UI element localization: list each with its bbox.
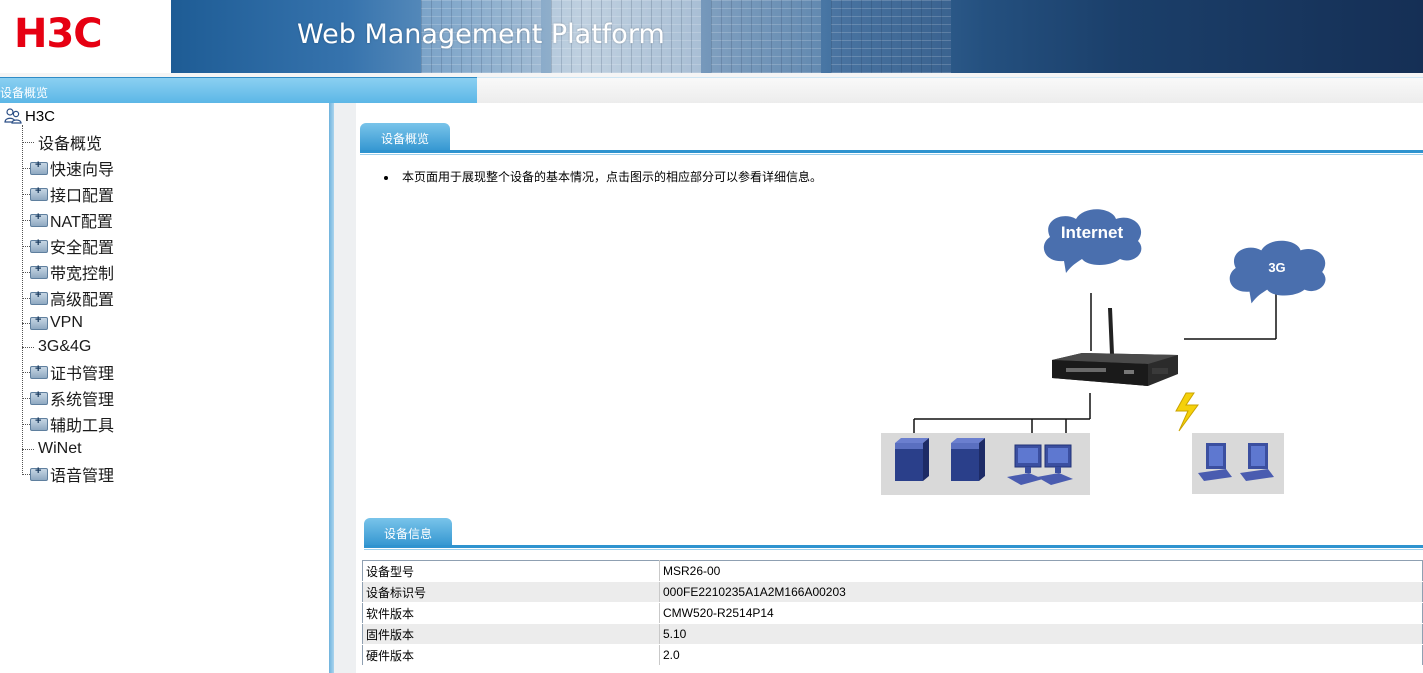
overview-section-rule-light bbox=[360, 154, 1423, 155]
sidebar-item-overview[interactable]: 设备概览 bbox=[22, 131, 102, 153]
sidebar-item-system-mgmt[interactable]: 系统管理 bbox=[22, 387, 114, 409]
bullet-icon bbox=[384, 175, 388, 180]
sidebar-item-label: 快速向导 bbox=[50, 162, 115, 179]
nav-tab-label: 设备概览 bbox=[0, 86, 49, 100]
table-row: 固件版本 5.10 bbox=[362, 623, 1423, 645]
hardware-version-key: 硬件版本 bbox=[362, 644, 660, 666]
wireless-signal-icon bbox=[1175, 392, 1199, 432]
sidebar-item-label: 系统管理 bbox=[50, 392, 115, 409]
sidebar-item-label: 辅助工具 bbox=[50, 418, 115, 435]
folder-icon bbox=[30, 211, 48, 227]
folder-icon bbox=[30, 465, 48, 481]
lan-devices-group[interactable] bbox=[881, 433, 1090, 495]
content-gutter bbox=[334, 103, 356, 673]
sidebar-item-3g4g[interactable]: 3G&4G bbox=[22, 336, 91, 358]
router-device[interactable] bbox=[1052, 308, 1182, 393]
sidebar-item-interface-config[interactable]: 接口配置 bbox=[22, 183, 114, 205]
folder-icon bbox=[30, 185, 48, 201]
folder-icon bbox=[30, 415, 48, 431]
sidebar-item-label: 带宽控制 bbox=[50, 266, 115, 283]
lan-devices-icons bbox=[895, 438, 1073, 485]
folder-icon bbox=[30, 363, 48, 379]
sidebar-item-voice-mgmt[interactable]: 语音管理 bbox=[22, 463, 114, 485]
sidebar-item-bandwidth-control[interactable]: 带宽控制 bbox=[22, 261, 114, 283]
sidebar-item-label: NAT配置 bbox=[50, 214, 113, 231]
device-info-section-rule-light bbox=[364, 549, 1423, 550]
nav-bar-fill bbox=[477, 77, 1423, 104]
device-id-value: 000FE2210235A1A2M166A00203 bbox=[659, 581, 1423, 603]
internet-cloud-label: Internet bbox=[1060, 223, 1124, 242]
sidebar-item-aux-tools[interactable]: 辅助工具 bbox=[22, 413, 114, 435]
internet-cloud[interactable]: Internet bbox=[1036, 205, 1148, 275]
sidebar-item-label: 3G&4G bbox=[38, 338, 92, 355]
table-row: 设备型号 MSR26-00 bbox=[362, 560, 1423, 582]
tree-root-label: H3C bbox=[25, 107, 56, 125]
device-model-key: 设备型号 bbox=[362, 560, 660, 582]
sidebar-item-label: 高级配置 bbox=[50, 292, 115, 309]
firmware-version-value: 5.10 bbox=[659, 623, 1423, 645]
folder-icon bbox=[30, 289, 48, 305]
software-version-value: CMW520-R2514P14 bbox=[659, 602, 1423, 624]
overview-description: 本页面用于展现整个设备的基本情况，点击图示的相应部分可以参看详细信息。 bbox=[384, 168, 822, 185]
folder-icon bbox=[30, 263, 48, 279]
sidebar-item-advanced-config[interactable]: 高级配置 bbox=[22, 287, 114, 309]
h3c-logo: H3C bbox=[14, 11, 103, 57]
device-info-table: 设备型号 MSR26-00 设备标识号 000FE2210235A1A2M166… bbox=[362, 560, 1423, 666]
sidebar-item-label: 安全配置 bbox=[50, 240, 115, 257]
sidebar-item-label: VPN bbox=[50, 314, 83, 331]
header: H3C Web Management Platform bbox=[0, 0, 1423, 73]
wireless-devices-group[interactable] bbox=[1192, 433, 1284, 494]
nav-tab-current[interactable]: 设备概览 bbox=[0, 77, 477, 104]
sidebar-item-winet[interactable]: WiNet bbox=[22, 438, 82, 460]
device-model-value: MSR26-00 bbox=[659, 560, 1423, 582]
folder-icon bbox=[30, 237, 48, 253]
firmware-version-key: 固件版本 bbox=[362, 623, 660, 645]
folder-icon bbox=[30, 159, 48, 175]
3g-cloud-label: 3G bbox=[1268, 260, 1286, 275]
table-row: 软件版本 CMW520-R2514P14 bbox=[362, 602, 1423, 624]
hardware-version-value: 2.0 bbox=[659, 644, 1423, 666]
table-row: 硬件版本 2.0 bbox=[362, 644, 1423, 666]
software-version-key: 软件版本 bbox=[362, 602, 660, 624]
sidebar-item-vpn[interactable]: VPN bbox=[22, 312, 83, 334]
sidebar-item-label: 证书管理 bbox=[50, 366, 115, 383]
header-banner: Web Management Platform bbox=[171, 0, 1423, 73]
main-content: 设备概览 本页面用于展现整个设备的基本情况，点击图示的相应部分可以参看详细信息。… bbox=[356, 103, 1423, 673]
overview-section-rule bbox=[360, 150, 1423, 153]
device-info-section-rule bbox=[364, 545, 1423, 548]
3g-cloud[interactable]: 3G bbox=[1222, 236, 1332, 306]
table-row: 设备标识号 000FE2210235A1A2M166A00203 bbox=[362, 581, 1423, 603]
overview-section-title: 设备概览 bbox=[380, 132, 429, 146]
users-icon bbox=[4, 108, 22, 124]
sidebar-tree: H3C 设备概览 快速向导 接口配置 NAT配置 安全配置 带宽控制 高级配置 … bbox=[0, 103, 329, 673]
nav-bar: 设备概览 bbox=[0, 73, 1423, 104]
sidebar-item-label: 设备概览 bbox=[38, 136, 103, 153]
sidebar-item-security-config[interactable]: 安全配置 bbox=[22, 235, 114, 257]
logo-area: H3C bbox=[0, 0, 171, 73]
sidebar-item-label: 接口配置 bbox=[50, 188, 115, 205]
laptop-icons bbox=[1198, 443, 1274, 481]
sidebar-item-certificate-mgmt[interactable]: 证书管理 bbox=[22, 361, 114, 383]
overview-description-text: 本页面用于展现整个设备的基本情况，点击图示的相应部分可以参看详细信息。 bbox=[402, 170, 823, 184]
device-info-section-title: 设备信息 bbox=[383, 527, 432, 541]
device-id-key: 设备标识号 bbox=[362, 581, 660, 603]
sidebar-item-label: 语音管理 bbox=[50, 468, 115, 485]
platform-title: Web Management Platform bbox=[297, 19, 665, 50]
folder-icon bbox=[30, 389, 48, 405]
tree-root[interactable]: H3C bbox=[4, 105, 55, 127]
overview-section-tab: 设备概览 bbox=[360, 123, 450, 153]
sidebar-item-label: WiNet bbox=[38, 440, 82, 457]
device-info-section-tab: 设备信息 bbox=[364, 518, 452, 548]
sidebar-item-nat-config[interactable]: NAT配置 bbox=[22, 209, 113, 231]
sidebar-item-quick-wizard[interactable]: 快速向导 bbox=[22, 157, 114, 179]
folder-icon bbox=[30, 314, 48, 330]
